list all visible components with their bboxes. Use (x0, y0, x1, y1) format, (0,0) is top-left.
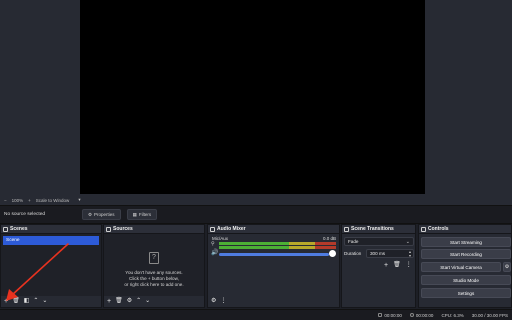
duration-label: Duration (344, 251, 362, 256)
remove-scene-trash-icon[interactable]: 🗑 (12, 298, 20, 305)
sources-toolbar: + 🗑 ⚙ ⌃ ⌄ (104, 296, 204, 307)
meter-lock-icon: ⚲ (211, 241, 215, 247)
transitions-body: Fade ⌄ Duration 300 ms ▴ ▾ + 🗑 ⋮ (342, 234, 415, 296)
add-scene-icon[interactable]: + (4, 298, 8, 305)
volume-slider-handle[interactable] (329, 250, 336, 257)
dock-float-icon[interactable] (3, 226, 8, 232)
mixer-channels: Mic/Aux 0.0 dB ⚲ 🔊 (208, 234, 339, 296)
duration-value: 300 ms (370, 251, 386, 256)
add-transition-icon[interactable]: + (384, 262, 388, 269)
scene-transitions-dock: Scene Transitions Fade ⌄ Duration 300 ms… (341, 224, 416, 308)
transition-menu-icon[interactable]: ⋮ (406, 262, 412, 269)
scenes-dock-title: Scenes (1, 225, 101, 234)
question-file-icon: ? (149, 252, 159, 264)
zoom-in-icon[interactable]: + (28, 198, 31, 203)
properties-label: Properties (94, 212, 115, 217)
mixer-menu-icon[interactable]: ⋮ (220, 298, 226, 305)
start-virtual-camera-button[interactable]: Start Virtual Camera (421, 262, 501, 272)
volume-slider[interactable] (219, 253, 329, 256)
preview-canvas[interactable] (80, 0, 425, 194)
transition-select[interactable]: Fade ⌄ (344, 237, 414, 246)
scene-item[interactable]: Scene (3, 236, 99, 245)
source-context-toolbar: No source selected ⚙ Properties ▦ Filter… (0, 205, 512, 224)
status-bar: 00:00:00 00:00:00 CPU: 6.3% 30.00 / 30.0… (0, 309, 512, 320)
record-status-icon (409, 313, 414, 317)
transitions-dock-title: Scene Transitions (342, 225, 415, 234)
record-time: 00:00:00 (415, 312, 434, 318)
remove-source-trash-icon[interactable]: 🗑 (115, 298, 123, 305)
sources-list[interactable]: ? You don't have any sources. Click the … (104, 234, 204, 296)
mixer-toolbar: ⚙ ⋮ (208, 296, 339, 307)
zoom-out-icon[interactable]: − (4, 198, 7, 203)
scene-item-label: Scene (6, 238, 20, 243)
record-status: 00:00:00 (409, 312, 434, 318)
stream-status: 00:00:00 (378, 313, 402, 318)
scene-filters-icon[interactable]: ◧ (24, 298, 30, 305)
dock-float-icon[interactable] (106, 226, 111, 232)
virtual-camera-gear-icon[interactable]: ⚙ (503, 262, 511, 272)
filters-label: Filters (138, 212, 152, 217)
fps-readout: 30.00 / 30.00 FPS (471, 312, 508, 318)
scenes-toolbar: + 🗑 ◧ ⌃ ⌄ (1, 296, 101, 307)
transition-select-value: Fade (348, 239, 359, 244)
preview-area (0, 0, 512, 195)
mixer-channel-db: 0.0 dB (322, 236, 336, 241)
filters-button[interactable]: ▦ Filters (126, 209, 158, 220)
studio-mode-button[interactable]: Studio Mode (421, 275, 511, 285)
chevron-down-icon: ⌄ (405, 239, 410, 245)
scenes-dock: Scenes Scene + 🗑 ◧ ⌃ ⌄ (0, 224, 102, 308)
dock-float-icon[interactable] (421, 226, 426, 232)
filters-icon: ▦ (132, 211, 137, 217)
dock-float-icon[interactable] (344, 226, 349, 232)
controls-dock: Controls Start Streaming Start Recording… (418, 224, 512, 308)
start-streaming-button[interactable]: Start Streaming (421, 237, 511, 247)
controls-body: Start Streaming Start Recording Start Vi… (419, 234, 511, 307)
sources-dock-title: Sources (104, 225, 204, 234)
volume-meter (219, 242, 336, 249)
zoom-bar: − 100% + Scale to Window ▾ (0, 195, 512, 205)
controls-dock-title: Controls (419, 225, 511, 234)
mixer-settings-gear-icon[interactable]: ⚙ (211, 298, 216, 305)
settings-button[interactable]: Settings (421, 288, 511, 298)
duration-input[interactable]: 300 ms ▴ ▾ (366, 249, 414, 258)
scenes-list[interactable]: Scene (1, 234, 101, 296)
move-source-up-icon[interactable]: ⌃ (136, 298, 141, 305)
move-scene-up-icon[interactable]: ⌃ (33, 298, 38, 305)
transition-tools: + 🗑 ⋮ (384, 262, 412, 269)
sources-dock: Sources ? You don't have any sources. Cl… (103, 224, 205, 308)
spinner-icon[interactable]: ▴ ▾ (409, 250, 411, 258)
sources-empty-line3: or right click here to add one. (124, 282, 184, 287)
scale-mode-chevron-icon[interactable]: ▾ (78, 197, 80, 203)
properties-button[interactable]: ⚙ Properties (82, 209, 121, 220)
speaker-icon[interactable]: 🔊 (211, 249, 218, 256)
sources-title: Sources (113, 226, 133, 232)
audio-mixer-dock: Audio Mixer Mic/Aux 0.0 dB ⚲ 🔊 ⚙ ⋮ (207, 224, 340, 308)
controls-title: Controls (428, 226, 449, 232)
transitions-title: Scene Transitions (351, 226, 394, 232)
scale-mode-select[interactable]: Scale to Window (36, 198, 70, 203)
cpu-usage: CPU: 6.3% (441, 312, 464, 318)
no-source-label: No source selected (4, 212, 46, 217)
stream-time: 00:00:00 (384, 312, 402, 318)
gear-icon: ⚙ (88, 211, 93, 217)
add-source-icon[interactable]: + (107, 298, 111, 305)
source-properties-gear-icon[interactable]: ⚙ (127, 298, 132, 305)
mixer-dock-title: Audio Mixer (208, 225, 339, 234)
scenes-title: Scenes (10, 226, 28, 232)
zoom-level: 100% (11, 197, 24, 203)
mixer-title: Audio Mixer (217, 226, 246, 232)
move-scene-down-icon[interactable]: ⌄ (42, 298, 47, 305)
move-source-down-icon[interactable]: ⌄ (145, 298, 150, 305)
dock-float-icon[interactable] (210, 226, 215, 232)
stream-status-icon (378, 313, 383, 317)
remove-transition-trash-icon[interactable]: 🗑 (393, 262, 401, 269)
start-recording-button[interactable]: Start Recording (421, 249, 511, 259)
sources-empty-state: ? You don't have any sources. Click the … (104, 252, 204, 288)
